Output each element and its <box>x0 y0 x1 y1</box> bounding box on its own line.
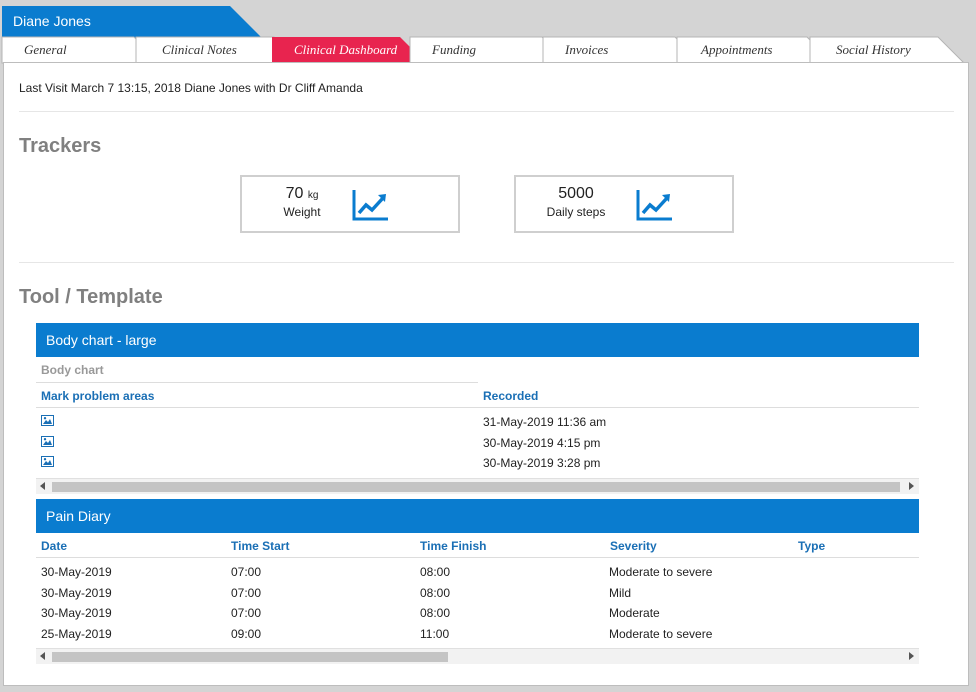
body-chart-widget: Body chart - large Body chart Mark probl… <box>36 323 919 494</box>
divider <box>19 111 954 112</box>
scroll-left-arrow[interactable] <box>40 482 45 490</box>
body-chart-columns: Mark problem areas Recorded <box>36 383 919 408</box>
image-icon[interactable] <box>41 456 54 467</box>
severity-cell: Moderate <box>609 606 660 620</box>
body-chart-scrollbar[interactable] <box>36 478 919 494</box>
tab-general-label: General <box>24 42 67 57</box>
tracker-steps-label: Daily steps <box>546 205 606 219</box>
patient-name: Diane Jones <box>13 13 91 29</box>
pain-diary-scrollbar[interactable] <box>36 648 919 664</box>
col-type[interactable]: Type <box>798 539 825 553</box>
table-row[interactable]: 30-May-2019 4:15 pm <box>36 432 919 453</box>
tracker-weight-value-line: 70 kg <box>242 185 362 203</box>
image-icon[interactable] <box>41 415 54 426</box>
time-start-cell: 07:00 <box>231 606 262 620</box>
recorded-cell: 30-May-2019 3:28 pm <box>483 456 601 470</box>
table-row[interactable]: 30-May-2019 07:00 08:00 Mild <box>36 582 919 603</box>
col-date[interactable]: Date <box>41 539 67 553</box>
line-chart-icon[interactable] <box>352 189 390 221</box>
last-visit-text: Last Visit March 7 13:15, 2018 Diane Jon… <box>19 81 363 95</box>
pain-diary-rows: 30-May-2019 07:00 08:00 Moderate to seve… <box>36 558 919 648</box>
table-row[interactable]: 30-May-2019 07:00 08:00 Moderate <box>36 602 919 623</box>
tab-funding-label: Funding <box>432 42 477 57</box>
scroll-thumb[interactable] <box>52 482 900 492</box>
tab-clinical-dashboard-label: Clinical Dashboard <box>294 42 398 57</box>
severity-cell: Moderate to severe <box>609 565 713 579</box>
tracker-steps-value: 5000 <box>558 185 594 202</box>
pain-diary-header: Pain Diary <box>36 499 919 533</box>
table-row[interactable]: 30-May-2019 07:00 08:00 Moderate to seve… <box>36 561 919 582</box>
line-chart-icon[interactable] <box>636 189 674 221</box>
body-chart-rows: 31-May-2019 11:36 am 30-May-2019 4:15 pm… <box>36 408 919 478</box>
table-row[interactable]: 31-May-2019 11:36 am <box>36 411 919 432</box>
time-finish-cell: 08:00 <box>420 606 451 620</box>
tab-social-history-label: Social History <box>836 42 911 57</box>
date-cell: 25-May-2019 <box>41 626 112 641</box>
tab-invoices-label: Invoices <box>565 42 609 57</box>
body-chart-subheader: Body chart <box>36 357 478 383</box>
time-finish-cell: 08:00 <box>420 565 451 579</box>
divider <box>19 262 954 263</box>
body-chart-header: Body chart - large <box>36 323 919 357</box>
col-time-finish[interactable]: Time Finish <box>420 539 486 553</box>
col-mark-problem-areas[interactable]: Mark problem areas <box>41 389 154 403</box>
patient-name-tab: Diane Jones <box>2 6 262 38</box>
col-recorded[interactable]: Recorded <box>483 389 538 403</box>
scroll-thumb[interactable] <box>52 652 448 662</box>
scroll-right-arrow[interactable] <box>909 482 914 490</box>
tab-bar: General Clinical Notes Clinical Dashboar… <box>1 36 968 64</box>
time-start-cell: 09:00 <box>231 626 262 641</box>
col-time-start[interactable]: Time Start <box>231 539 289 553</box>
recorded-cell: 31-May-2019 11:36 am <box>483 415 607 429</box>
date-cell: 30-May-2019 <box>41 585 112 600</box>
image-icon[interactable] <box>41 435 54 447</box>
time-finish-cell: 08:00 <box>420 585 451 600</box>
tracker-weight-value: 70 <box>285 185 304 202</box>
tracker-daily-steps[interactable]: 5000 Daily steps <box>514 175 734 233</box>
time-start-cell: 07:00 <box>231 565 262 579</box>
scroll-left-arrow[interactable] <box>40 652 45 660</box>
pain-diary-columns: Date Time Start Time Finish Severity Typ… <box>36 533 919 558</box>
severity-cell: Mild <box>609 585 632 600</box>
scroll-right-arrow[interactable] <box>909 652 914 660</box>
tracker-steps-value-line: 5000 <box>516 185 636 203</box>
tracker-weight-unit: kg <box>307 190 319 201</box>
tool-template-title: Tool / Template <box>19 286 163 308</box>
trackers-title: Trackers <box>19 135 102 157</box>
time-finish-cell: 11:00 <box>420 626 450 641</box>
table-row[interactable]: 30-May-2019 3:28 pm <box>36 452 919 473</box>
tab-clinical-notes-label: Clinical Notes <box>162 42 237 57</box>
recorded-cell: 30-May-2019 4:15 pm <box>483 435 601 450</box>
severity-cell: Moderate to severe <box>609 626 713 641</box>
tracker-weight[interactable]: 70 kg Weight <box>240 175 460 233</box>
tracker-weight-label: Weight <box>283 205 321 219</box>
date-cell: 30-May-2019 <box>41 565 112 579</box>
tab-appointments-label: Appointments <box>701 42 773 57</box>
col-severity[interactable]: Severity <box>610 539 657 553</box>
pain-diary-widget: Pain Diary Date Time Start Time Finish S… <box>36 499 919 664</box>
dashboard-panel: Last Visit March 7 13:15, 2018 Diane Jon… <box>3 62 969 686</box>
time-start-cell: 07:00 <box>231 585 262 600</box>
table-row[interactable]: 25-May-2019 09:00 11:00 Moderate to seve… <box>36 623 919 644</box>
date-cell: 30-May-2019 <box>41 606 112 620</box>
